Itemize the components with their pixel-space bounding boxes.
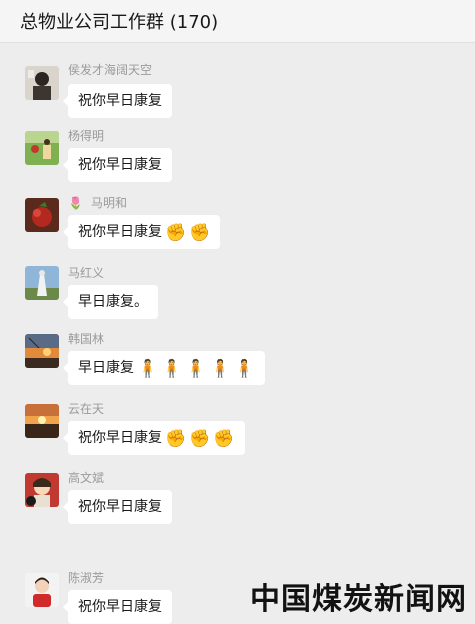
rose-icon: 🌷	[68, 196, 83, 210]
message-bubble[interactable]: 祝你早日康复	[63, 84, 172, 118]
message-bubble[interactable]: 祝你早日康复	[63, 590, 172, 624]
pray-person-emoji: 🧍	[233, 359, 255, 379]
message-text: 祝你早日康复	[78, 499, 162, 515]
avatar[interactable]	[25, 334, 59, 368]
message-text: 祝你早日康复	[78, 157, 162, 173]
sender-name: 韩国林	[68, 332, 105, 346]
avatar[interactable]	[25, 573, 59, 607]
sender-name: 云在天	[68, 402, 105, 416]
sender-name: 🌷 马明和	[68, 194, 127, 211]
avatar[interactable]	[25, 66, 59, 100]
fist-emoji: ✊	[165, 429, 187, 449]
watermark-logo: 中国煤炭新闻网	[250, 582, 467, 617]
pray-person-emoji: 🧍	[209, 359, 231, 379]
sender-name: 马红义	[68, 266, 105, 280]
chat-header: 总物业公司工作群 (170)	[0, 0, 475, 43]
fist-emoji: ✊	[189, 223, 211, 243]
fist-emoji: ✊	[189, 429, 211, 449]
message-bubble[interactable]: 祝你早日康复 ✊ ✊ ✊	[63, 421, 245, 455]
avatar[interactable]	[25, 404, 59, 438]
chat-title[interactable]: 总物业公司工作群 (170)	[20, 8, 218, 34]
message-bubble[interactable]: 早日康复 🧍 🧍 🧍 🧍 🧍	[63, 351, 265, 385]
message-text: 祝你早日康复	[78, 224, 162, 240]
fist-emoji: ✊	[165, 223, 187, 243]
message-text: 祝你早日康复	[78, 93, 162, 109]
sender-name: 杨得明	[68, 129, 105, 143]
message-bubble[interactable]: 早日康复。	[63, 285, 158, 319]
avatar[interactable]	[25, 131, 59, 165]
avatar[interactable]	[25, 266, 59, 300]
message-text: 祝你早日康复	[78, 599, 162, 615]
message-bubble[interactable]: 祝你早日康复	[63, 148, 172, 182]
pray-person-emoji: 🧍	[137, 359, 159, 379]
sender-name: 陈淑芳	[68, 571, 105, 585]
message-text: 早日康复	[78, 360, 134, 376]
message-text: 早日康复。	[78, 294, 148, 310]
pray-person-emoji: 🧍	[185, 359, 207, 379]
sender-name: 侯发才海阔天空	[68, 63, 153, 77]
sender-name-text: 马明和	[90, 196, 127, 210]
sender-name: 高文斌	[68, 471, 105, 485]
avatar[interactable]	[25, 198, 59, 232]
fist-emoji: ✊	[213, 429, 235, 449]
message-bubble[interactable]: 祝你早日康复	[63, 490, 172, 524]
pray-person-emoji: 🧍	[161, 359, 183, 379]
message-bubble[interactable]: 祝你早日康复 ✊ ✊	[62, 215, 221, 249]
avatar[interactable]	[25, 473, 59, 507]
message-text: 祝你早日康复	[78, 430, 162, 446]
